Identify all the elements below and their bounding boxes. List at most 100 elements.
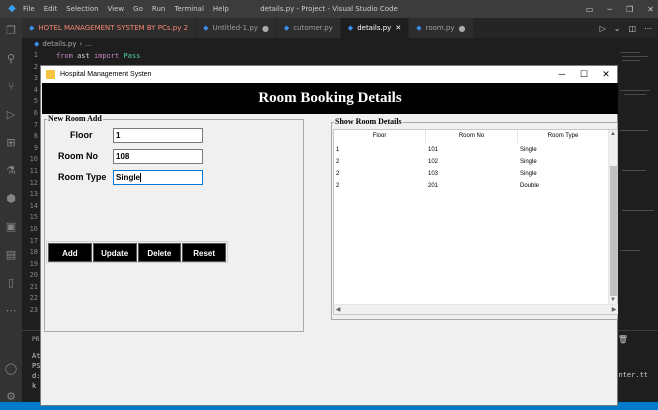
delete-button[interactable]: Delete [137, 243, 182, 262]
vscode-menu-bar: File Edit Selection View Go Run Terminal… [23, 5, 229, 13]
tab-cutomer[interactable]: ◆ cutomer.py [276, 18, 341, 38]
vscode-window-controls: ▭ ─ ❐ ✕ [586, 0, 654, 18]
scroll-right-icon[interactable]: ▶ [610, 306, 618, 314]
table-row[interactable]: 2 201 Double [334, 180, 609, 192]
line-number: 7 [33, 120, 38, 129]
source-control-icon[interactable]: ⑂ [4, 80, 18, 94]
minimize-icon[interactable]: ─ [607, 5, 612, 14]
tk-titlebar: Hospital Management Systen ─ ☐ ✕ [41, 66, 617, 83]
table-row[interactable]: 1 101 Single [334, 144, 609, 156]
editor-actions: ▷ ⌄ ◫ ⋯ [600, 18, 652, 38]
table-cell: 1 [336, 147, 340, 153]
layout-icon[interactable]: ▭ [586, 5, 594, 14]
breadcrumb-file[interactable]: details.py [42, 40, 76, 48]
menu-terminal[interactable]: Terminal [174, 5, 204, 13]
breadcrumb: ◆ details.py › ... [22, 38, 92, 50]
column-header-room-no[interactable]: Room No [426, 130, 518, 143]
close-icon[interactable]: ✕ [647, 5, 654, 14]
python-icon[interactable]: ⬢ [4, 192, 18, 206]
remote-explorer-icon[interactable]: ▣ [4, 220, 18, 234]
line-number: 9 [33, 143, 38, 152]
scrollbar-thumb[interactable] [610, 166, 617, 296]
restore-icon[interactable]: ❐ [626, 5, 633, 14]
line-number: 2 [33, 62, 38, 71]
table-row[interactable]: 2 103 Single [334, 168, 609, 180]
trash-icon[interactable]: 🗑 [618, 335, 628, 344]
close-icon[interactable]: ✕ [595, 66, 617, 83]
table-cell: Single [520, 159, 537, 165]
minimize-icon[interactable]: ─ [551, 66, 573, 83]
column-header-room-type[interactable]: Room Type [518, 130, 609, 143]
extensions-icon[interactable]: ⊞ [4, 136, 18, 150]
scroll-left-icon[interactable]: ◀ [334, 306, 342, 314]
search-icon[interactable]: ⚲ [4, 52, 18, 66]
panel-label[interactable]: PR [32, 335, 39, 345]
menu-run[interactable]: Run [152, 5, 165, 13]
horizontal-scrollbar[interactable]: ◀ ▶ [334, 304, 618, 314]
minimap[interactable] [618, 50, 658, 330]
run-file-icon[interactable]: ▷ [600, 24, 606, 33]
more-actions-icon[interactable]: ⋯ [644, 24, 652, 33]
python-file-icon: ◆ [416, 24, 422, 32]
table-cell: 2 [336, 171, 340, 177]
room-no-input[interactable]: 108 [113, 149, 203, 164]
scroll-down-icon[interactable]: ▼ [609, 296, 617, 304]
table-cell: Single [520, 171, 537, 177]
tab-untitled-1[interactable]: ◆ Untitled-1.py ● [196, 18, 277, 38]
update-button[interactable]: Update [92, 243, 137, 262]
line-number: 4 [33, 85, 38, 94]
table-row[interactable]: 2 102 Single [334, 156, 609, 168]
python-file-icon: ◆ [203, 24, 209, 32]
menu-selection[interactable]: Selection [66, 5, 98, 13]
line-numbers: 1 2 3 4 5 6 7 8 9 10 11 12 13 14 15 16 17 18 19 20 21 22 23 [22, 50, 42, 317]
split-editor-icon[interactable]: ◫ [628, 24, 636, 33]
add-button[interactable]: Add [48, 243, 92, 262]
python-file-icon: ◆ [34, 40, 40, 48]
unsaved-dot-icon: ● [261, 23, 269, 33]
database-icon[interactable]: ▤ [4, 248, 18, 262]
table-cell: 103 [428, 171, 439, 177]
run-debug-icon[interactable]: ▷ [4, 108, 18, 122]
room-type-input[interactable]: Single [113, 170, 203, 185]
notebook-icon[interactable]: ▯ [4, 276, 18, 290]
account-icon[interactable]: ◯ [4, 362, 18, 376]
table-cell: 101 [428, 147, 439, 153]
tab-hotel-management[interactable]: ◆ HOTEL MANAGEMENT SYSTEM BY PCs.py 2 [22, 18, 197, 38]
room-details-table[interactable]: Floor Room No Room Type 1 101 Single 2 1… [333, 129, 618, 315]
room-type-label: Room Type [58, 172, 107, 182]
tab-room[interactable]: ◆ room.py ● [409, 18, 474, 38]
vscode-titlebar: ◆ File Edit Selection View Go Run Termin… [0, 0, 658, 18]
menu-file[interactable]: File [23, 5, 35, 13]
line-number: 20 [29, 271, 38, 280]
page-title: Room Booking Details [42, 83, 618, 114]
line-number: 1 [33, 51, 38, 59]
menu-view[interactable]: View [108, 5, 125, 13]
line-number: 22 [29, 294, 38, 303]
line-number: 12 [29, 178, 38, 187]
line-number: 14 [29, 201, 38, 210]
menu-help[interactable]: Help [213, 5, 229, 13]
tab-close-icon[interactable]: ✕ [395, 24, 401, 32]
unsaved-dot-icon: ● [458, 23, 466, 33]
menu-edit[interactable]: Edit [44, 5, 58, 13]
hospital-management-window: Hospital Management Systen ─ ☐ ✕ Room Bo… [40, 65, 618, 406]
tab-details[interactable]: ◆ details.py ✕ [340, 18, 410, 38]
reset-button[interactable]: Reset [182, 243, 226, 262]
activity-bar: ❐ ⚲ ⑂ ▷ ⊞ ⚗ ⬢ ▣ ▤ ▯ ⋯ ◯ ⚙ [0, 18, 22, 410]
testing-icon[interactable]: ⚗ [4, 164, 18, 178]
new-room-frame: New Room Add Floor 1 Room No 108 Room Ty… [44, 114, 304, 332]
vertical-scrollbar[interactable]: ▲ ▼ [608, 130, 617, 304]
code-line-1[interactable]: from ast import Pass [56, 50, 140, 62]
maximize-icon[interactable]: ☐ [573, 66, 595, 83]
line-number: 6 [33, 108, 38, 117]
more-icon[interactable]: ⋯ [4, 304, 18, 318]
column-header-floor[interactable]: Floor [334, 130, 426, 143]
chevron-down-icon[interactable]: ⌄ [614, 24, 621, 33]
floor-input[interactable]: 1 [113, 128, 203, 143]
table-cell: 2 [336, 183, 340, 189]
menu-go[interactable]: Go [133, 5, 143, 13]
explorer-icon[interactable]: ❐ [4, 24, 18, 38]
floor-label: Floor [70, 130, 93, 140]
line-number: 18 [29, 248, 38, 257]
scroll-up-icon[interactable]: ▲ [609, 130, 617, 138]
